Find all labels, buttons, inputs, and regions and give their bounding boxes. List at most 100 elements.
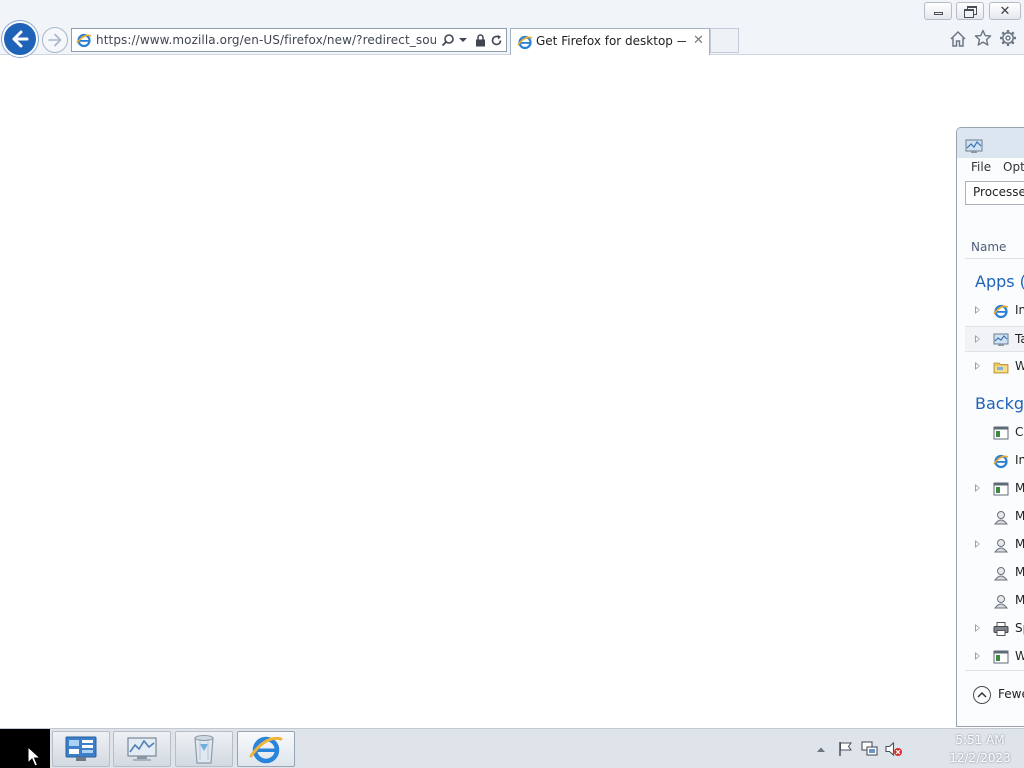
process-name: WMI Provider Host	[1015, 649, 1024, 663]
window-icon	[993, 650, 1009, 664]
expand-chevron-icon[interactable]	[975, 540, 980, 548]
process-name: Internet Explorer	[1015, 303, 1024, 317]
expand-chevron-icon[interactable]	[975, 652, 980, 660]
restore-icon	[964, 6, 977, 18]
process-row[interactable]: Internet Explorer	[965, 448, 1024, 474]
group-apps-heading: Apps (3)	[975, 272, 1024, 291]
group-background-heading: Background processes	[975, 394, 1024, 413]
task-manager-titlebar[interactable]	[957, 128, 1024, 158]
user-service-icon	[993, 595, 1009, 609]
expand-chevron-icon[interactable]	[975, 624, 980, 632]
menu-options[interactable]: Options	[1003, 160, 1024, 174]
tab-processes[interactable]: Processes	[965, 181, 1024, 205]
ie-tab-icon	[517, 35, 533, 50]
task-manager-icon	[993, 333, 1009, 346]
close-icon: ✕	[999, 3, 1011, 19]
home-icon[interactable]	[948, 28, 968, 48]
task-manager-icon	[965, 139, 983, 153]
lock-icon[interactable]	[474, 32, 486, 48]
refresh-icon[interactable]	[489, 32, 503, 48]
taskbar: 5:51 AM 12/2/2023	[0, 728, 1024, 768]
address-bar[interactable]: https://www.mozilla.org/en-US/firefox/ne…	[71, 28, 507, 52]
taskbar-recycle-bin[interactable]	[175, 731, 233, 767]
tab-title: Get Firefox for desktop — Mozilla	[536, 34, 686, 48]
tab-get-firefox[interactable]: Get Firefox for desktop — Mozilla ✕	[510, 28, 710, 55]
process-row-selected[interactable]: Task Manager	[965, 326, 1024, 352]
expand-chevron-icon[interactable]	[975, 335, 980, 343]
back-button[interactable]	[2, 21, 38, 57]
address-url-text[interactable]: https://www.mozilla.org/en-US/firefox/ne…	[96, 33, 436, 47]
user-service-icon	[993, 539, 1009, 553]
process-row[interactable]: Spooler SubSystem App	[965, 616, 1024, 642]
expand-chevron-icon[interactable]	[975, 306, 980, 314]
printer-icon	[993, 622, 1009, 636]
process-name: Task Manager	[1015, 332, 1024, 346]
column-header-divider	[965, 258, 1024, 259]
restore-button[interactable]	[956, 2, 984, 20]
expand-chevron-icon[interactable]	[975, 362, 980, 370]
recycle-bin-icon	[194, 735, 214, 764]
server-manager-icon	[65, 736, 97, 761]
process-row[interactable]: WMI Provider Host	[965, 644, 1024, 670]
user-service-icon	[993, 567, 1009, 581]
task-manager-icon	[127, 737, 157, 761]
process-name: Internet Explorer	[1015, 453, 1024, 467]
fewer-details-link[interactable]: Fewer details	[998, 687, 1024, 701]
process-row[interactable]: Microsoft Malware Protection	[965, 532, 1024, 558]
minimize-icon	[933, 12, 943, 15]
taskbar-internet-explorer[interactable]	[237, 731, 295, 767]
process-row[interactable]: Windows Explorer	[965, 354, 1024, 380]
new-tab-button[interactable]	[710, 28, 739, 53]
process-row[interactable]: Microsoft Network Realtime Inspection	[965, 504, 1024, 530]
process-name: Microsoft Distributed Transaction Coordi…	[1015, 481, 1024, 495]
show-hidden-icons-chevron[interactable]	[815, 741, 827, 757]
taskbar-server-manager[interactable]	[52, 731, 110, 767]
process-row[interactable]: Internet Explorer	[965, 298, 1024, 324]
column-header-name[interactable]: Name	[971, 240, 1006, 254]
menu-file[interactable]: File	[971, 160, 991, 174]
ie-icon	[993, 454, 1009, 469]
process-name: Microsoft Malware Protection	[1015, 537, 1024, 551]
network-icon[interactable]	[861, 741, 879, 757]
task-manager-window[interactable]: File Options Processes Name Apps (3) Int…	[956, 127, 1024, 727]
tab-strip-line	[965, 204, 1024, 205]
page-content-area[interactable]	[0, 56, 956, 728]
process-row[interactable]: Microsoft Management Console	[965, 560, 1024, 586]
minimize-button[interactable]	[924, 2, 952, 20]
volume-muted-icon[interactable]	[885, 741, 903, 757]
forward-arrow-icon	[48, 33, 62, 47]
process-row[interactable]: Microsoft Distributed Transaction Coordi…	[965, 476, 1024, 502]
favorites-star-icon[interactable]	[973, 28, 993, 48]
process-name: Microsoft Network Realtime Inspection	[1015, 509, 1024, 523]
folder-icon	[993, 362, 1009, 374]
action-center-flag-icon[interactable]	[837, 741, 853, 757]
clock-time[interactable]: 5:51 AM	[940, 733, 1020, 747]
footer-divider	[965, 670, 1024, 671]
settings-gear-icon[interactable]	[998, 28, 1018, 48]
expand-chevron-icon[interactable]	[975, 484, 980, 492]
ie-page-icon	[76, 33, 92, 48]
process-name: Microsoft Management Console	[1015, 565, 1024, 579]
search-icon[interactable]	[440, 32, 456, 48]
close-button[interactable]: ✕	[989, 2, 1021, 20]
tab-close-icon[interactable]: ✕	[693, 33, 704, 48]
window-icon	[993, 482, 1009, 496]
taskbar-task-manager[interactable]	[113, 731, 171, 767]
fewer-details-chevron-up-icon[interactable]	[973, 686, 991, 704]
process-name: Microsoft Windows Search	[1015, 593, 1024, 607]
tab-processes-label: Processes	[973, 185, 1024, 199]
process-name: Spooler SubSystem App	[1015, 621, 1024, 635]
mouse-cursor-icon	[27, 746, 41, 767]
process-row[interactable]: Microsoft Windows Search	[965, 588, 1024, 614]
window-icon	[993, 426, 1009, 440]
user-service-icon	[993, 511, 1009, 525]
dropdown-icon[interactable]	[458, 32, 468, 48]
process-row[interactable]: COM Surrogate	[965, 420, 1024, 446]
ie-icon	[993, 304, 1009, 319]
browser-chrome: ✕ https://www.mozilla.org/en-US/firefox/…	[0, 0, 1024, 57]
start-button[interactable]	[0, 729, 50, 768]
forward-button[interactable]	[42, 27, 68, 53]
internet-explorer-icon	[249, 736, 283, 764]
process-name: COM Surrogate	[1015, 425, 1024, 439]
clock-date[interactable]: 12/2/2023	[940, 751, 1020, 765]
